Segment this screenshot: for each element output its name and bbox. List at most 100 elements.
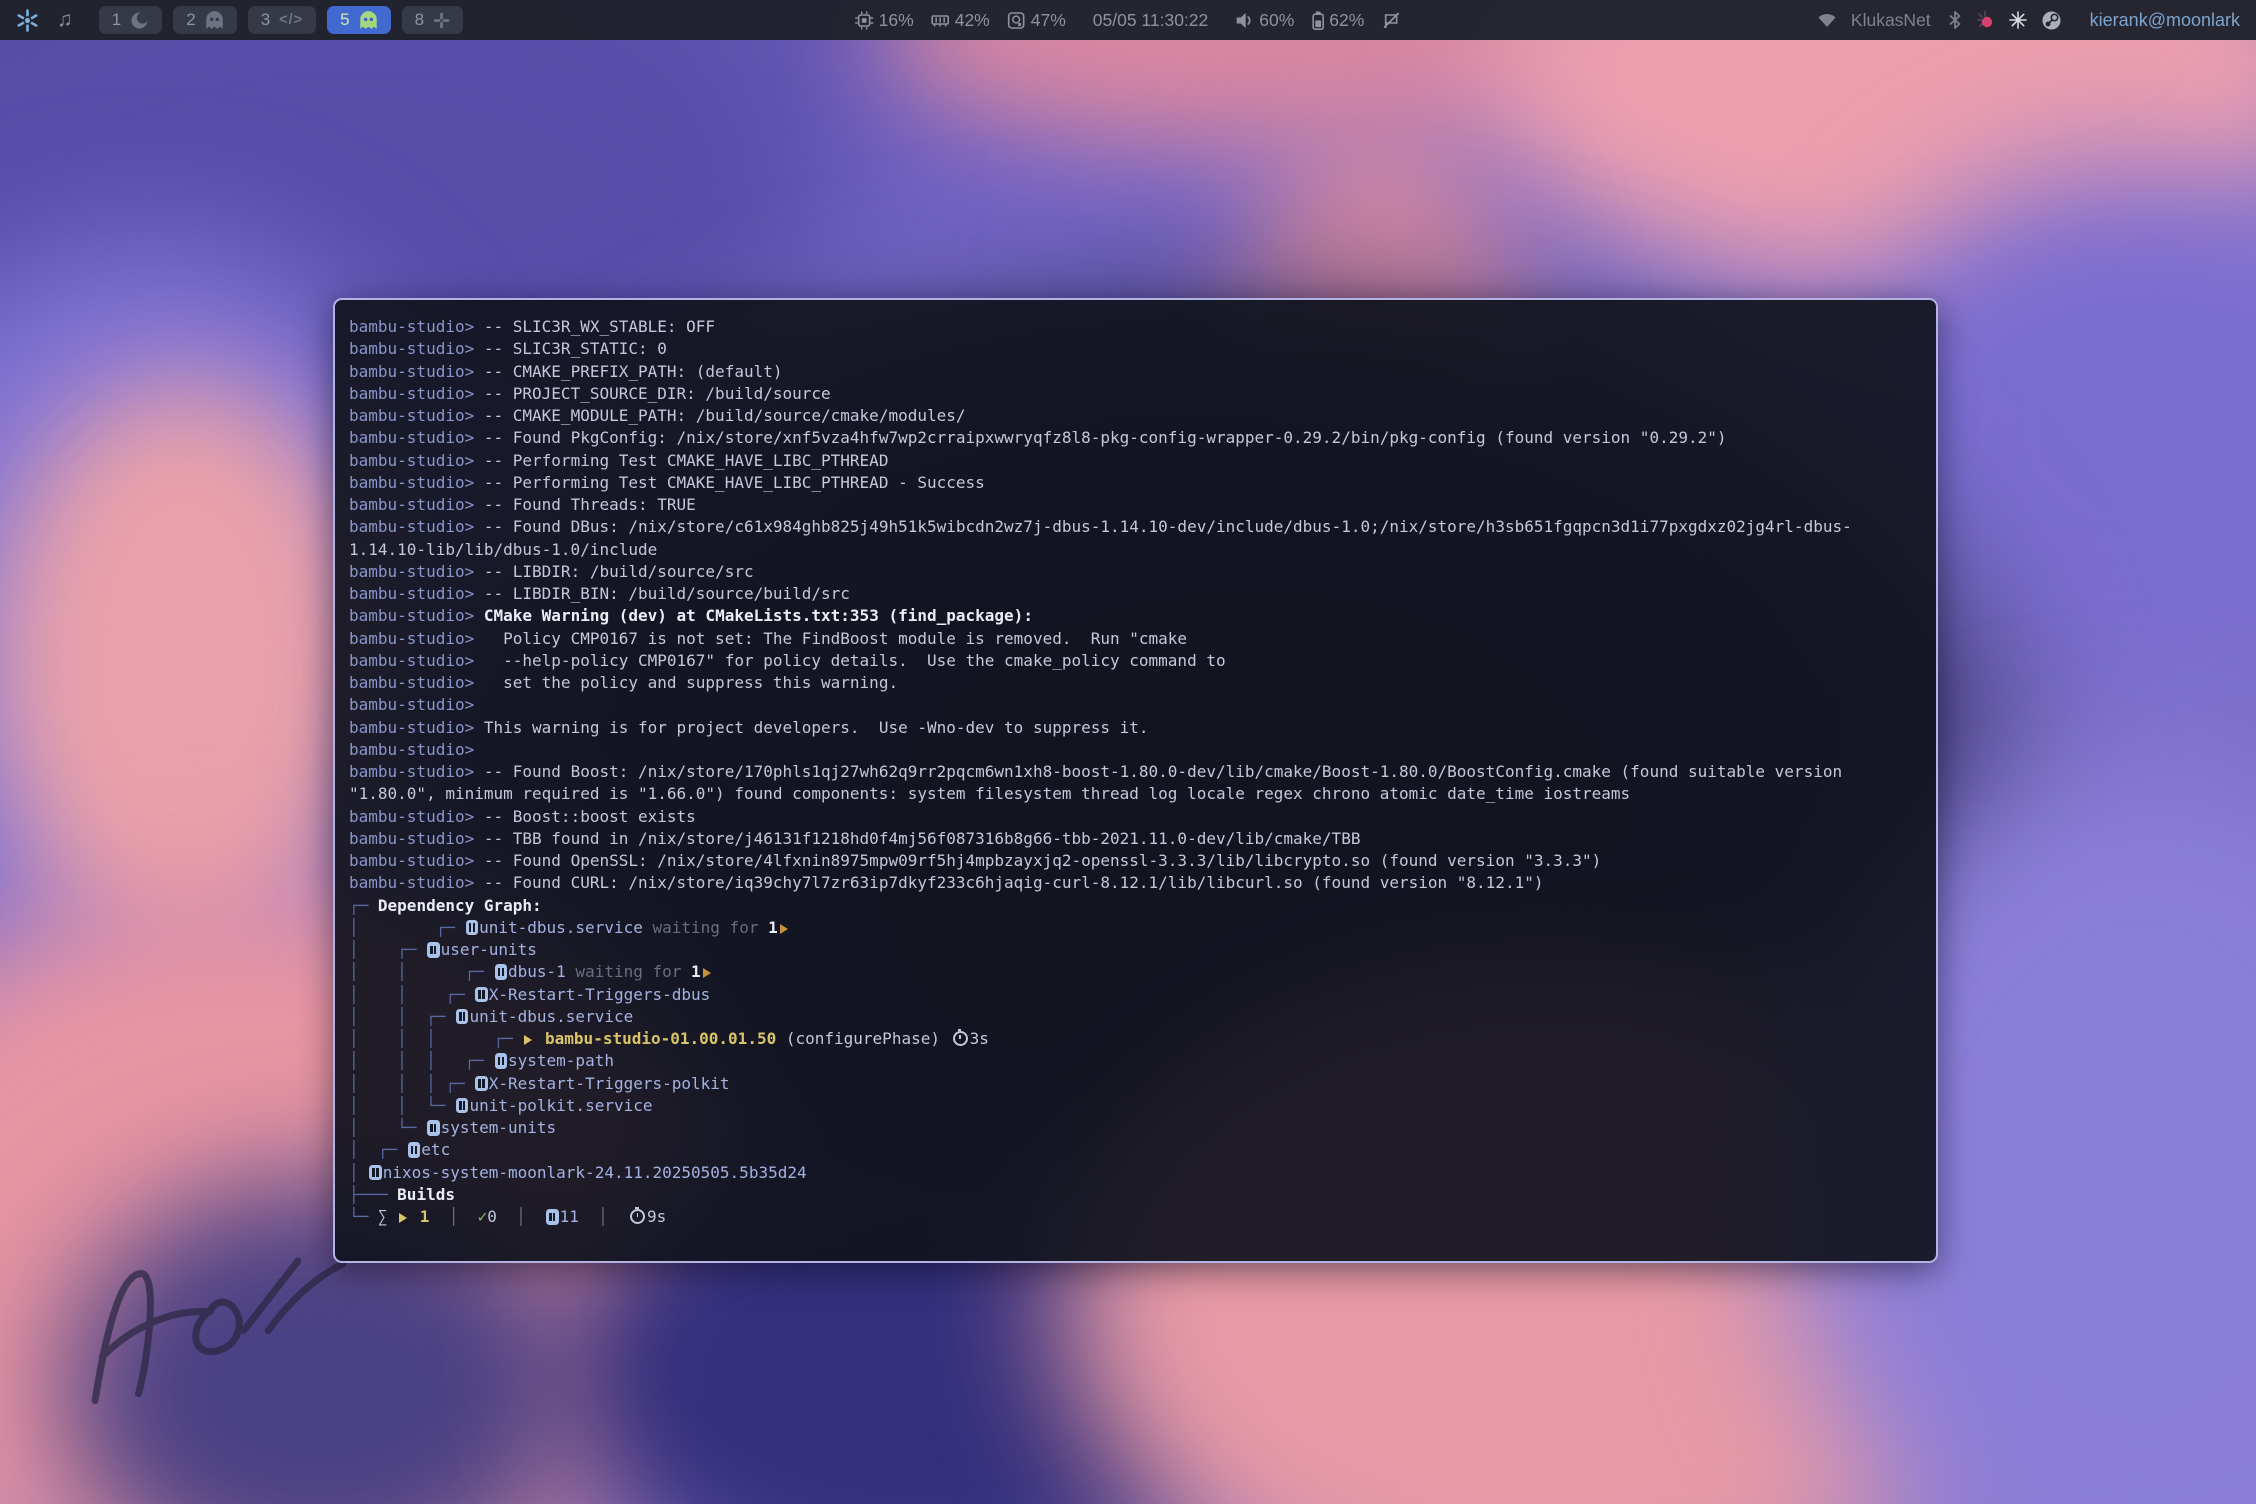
text-segment: etc [421,1140,450,1159]
text-segment: bambu-studio> [349,451,474,470]
terminal-line: bambu-studio> -- CMAKE_PREFIX_PATH: (def… [349,361,1928,383]
text-segment: bambu-studio> [349,651,474,670]
text-segment: │ │ └─ [349,1096,455,1115]
workspace-list: 1 2 3</> 5 8 [99,6,463,34]
tray-app-pink-icon[interactable] [1975,10,1995,30]
text-segment: -- CMAKE_MODULE_PATH: /build/source/cmak… [474,406,965,425]
workspace-label: 8 [415,10,424,30]
text-segment: -- Found CURL: /nix/store/iq39chy7l7zr63… [474,873,1543,892]
text-segment: user-units [441,940,537,959]
text-segment: bambu-studio> [349,673,474,692]
terminal-line: bambu-studio> -- LIBDIR_BIN: /build/sour… [349,583,1928,605]
pause-icon [408,1142,421,1158]
pause-icon [495,964,508,980]
wifi-network-name[interactable]: KlukasNet [1851,10,1931,31]
nixos-launcher-icon[interactable] [16,9,39,32]
notifications-off-icon[interactable] [1381,11,1401,30]
battery-stat: 62% [1311,10,1364,31]
text-segment: set the policy and suppress this warning… [474,673,898,692]
text-segment: bambu-studio> [349,406,474,425]
text-segment: bambu-studio> [349,606,474,625]
text-segment: ├─── [349,1185,397,1204]
arrow-o-icon [703,968,711,978]
workspace-button-2[interactable]: 2 [173,6,236,34]
terminal-output: bambu-studio> -- SLIC3R_WX_STABLE: OFFba… [349,316,1928,1228]
terminal-line: bambu-studio> -- Boost::boost exists [349,806,1928,828]
bluetooth-icon[interactable] [1949,11,1961,29]
terminal-line: bambu-studio> -- Found PkgConfig: /nix/s… [349,427,1928,449]
terminal-line: │ ┌─ etc [349,1139,1928,1161]
pause-icon [427,1120,440,1136]
text-segment: │ │ ┌─ [349,962,494,981]
text-segment: unit-dbus.service [469,1007,633,1026]
disk-stat: 47% [1007,10,1066,31]
text-segment: │ │ │ ┌─ [349,1029,522,1048]
terminal-line: bambu-studio> set the policy and suppres… [349,672,1928,694]
text-segment: bambu-studio> [349,762,474,781]
terminal-line: bambu-studio> -- Found CURL: /nix/store/… [349,872,1928,894]
terminal-window[interactable]: bambu-studio> -- SLIC3R_WX_STABLE: OFFba… [333,298,1938,1263]
text-segment: -- Boost::boost exists [474,807,696,826]
text-segment: │ │ │ ┌─ [349,1051,494,1070]
disk-icon [1007,11,1026,30]
pause-icon [475,987,488,1003]
text-segment: -- Found OpenSSL: /nix/store/4lfxnin8975… [474,851,1601,870]
text-segment: 0 [487,1207,497,1226]
text-segment: -- SLIC3R_STATIC: 0 [474,339,667,358]
pause-icon [427,942,440,958]
speaker-icon [1235,12,1254,29]
text-segment: │ [579,1207,627,1226]
flower-icon [433,12,450,29]
workspace-button-5[interactable]: 5 [327,6,390,34]
pause-icon [466,920,479,936]
text-segment: 11 [560,1207,579,1226]
memory-stat: 42% [931,10,990,31]
text-segment: -- Found PkgConfig: /nix/store/xnf5vza4h… [474,428,1726,447]
text-segment: Dependency Graph: [378,896,542,915]
steam-icon[interactable] [2041,10,2062,31]
text-segment: CMake Warning (dev) at CMakeLists.txt:35… [484,606,1033,625]
bar-right-section: KlukasNet kierank@moonlark [1817,10,2240,31]
text-segment: 3s [970,1029,989,1048]
workspace-button-8[interactable]: 8 [402,6,463,34]
workspace-button-3[interactable]: 3</> [248,6,316,34]
text-segment: -- PROJECT_SOURCE_DIR: /build/source [474,384,830,403]
arrow-y-icon [524,1035,532,1045]
terminal-line: bambu-studio> -- CMAKE_MODULE_PATH: /bui… [349,405,1928,427]
text-segment: │ [497,1207,545,1226]
music-note-icon[interactable]: ♫ [57,8,73,32]
bar-left-section: ♫ 1 2 3</> 5 8 [16,6,463,34]
text-segment: ┌─ [349,896,378,915]
text-segment: waiting for [566,962,691,981]
terminal-line: bambu-studio> This warning is for projec… [349,717,1928,739]
clock[interactable]: 05/05 11:30:22 [1093,10,1208,31]
logged-in-user[interactable]: kierank@moonlark [2090,10,2240,31]
text-segment: 1 [410,1207,429,1226]
text-segment: bambu-studio> [349,428,474,447]
wifi-icon[interactable] [1817,12,1837,28]
battery-icon [1311,11,1324,30]
tray-snowflake-icon[interactable] [2009,11,2027,29]
text-segment: │ [349,1163,368,1182]
terminal-line: │ │ │ ┌─ bambu-studio-01.00.01.50 (confi… [349,1028,1928,1050]
volume-stat[interactable]: 60% [1235,10,1294,31]
arrow-y-icon [399,1213,407,1223]
text-segment: bambu-studio> [349,740,474,759]
text-segment: bambu-studio> [349,384,474,403]
workspace-button-1[interactable]: 1 [99,6,162,34]
text-segment: bambu-studio> [349,829,474,848]
cpu-value: 16% [879,10,914,31]
text-segment: "1.80.0", minimum required is "1.66.0") … [349,784,1630,803]
text-segment: │ ┌─ [349,940,426,959]
workspace-label: 2 [186,10,195,30]
workspace-label: 3 [261,10,270,30]
wallpaper-blob [0,380,380,950]
text-segment: │ ┌─ [349,1140,407,1159]
text-segment: This warning is for project developers. … [474,718,1148,737]
text-segment: bambu-studio> [349,851,474,870]
text-segment: nixos-system-moonlark-24.11.20250505.5b3… [383,1163,807,1182]
timer-icon [953,1031,968,1046]
text-segment: system-units [441,1118,557,1137]
terminal-line: bambu-studio> -- Found Boost: /nix/store… [349,761,1928,783]
workspace-label: 5 [340,10,349,30]
